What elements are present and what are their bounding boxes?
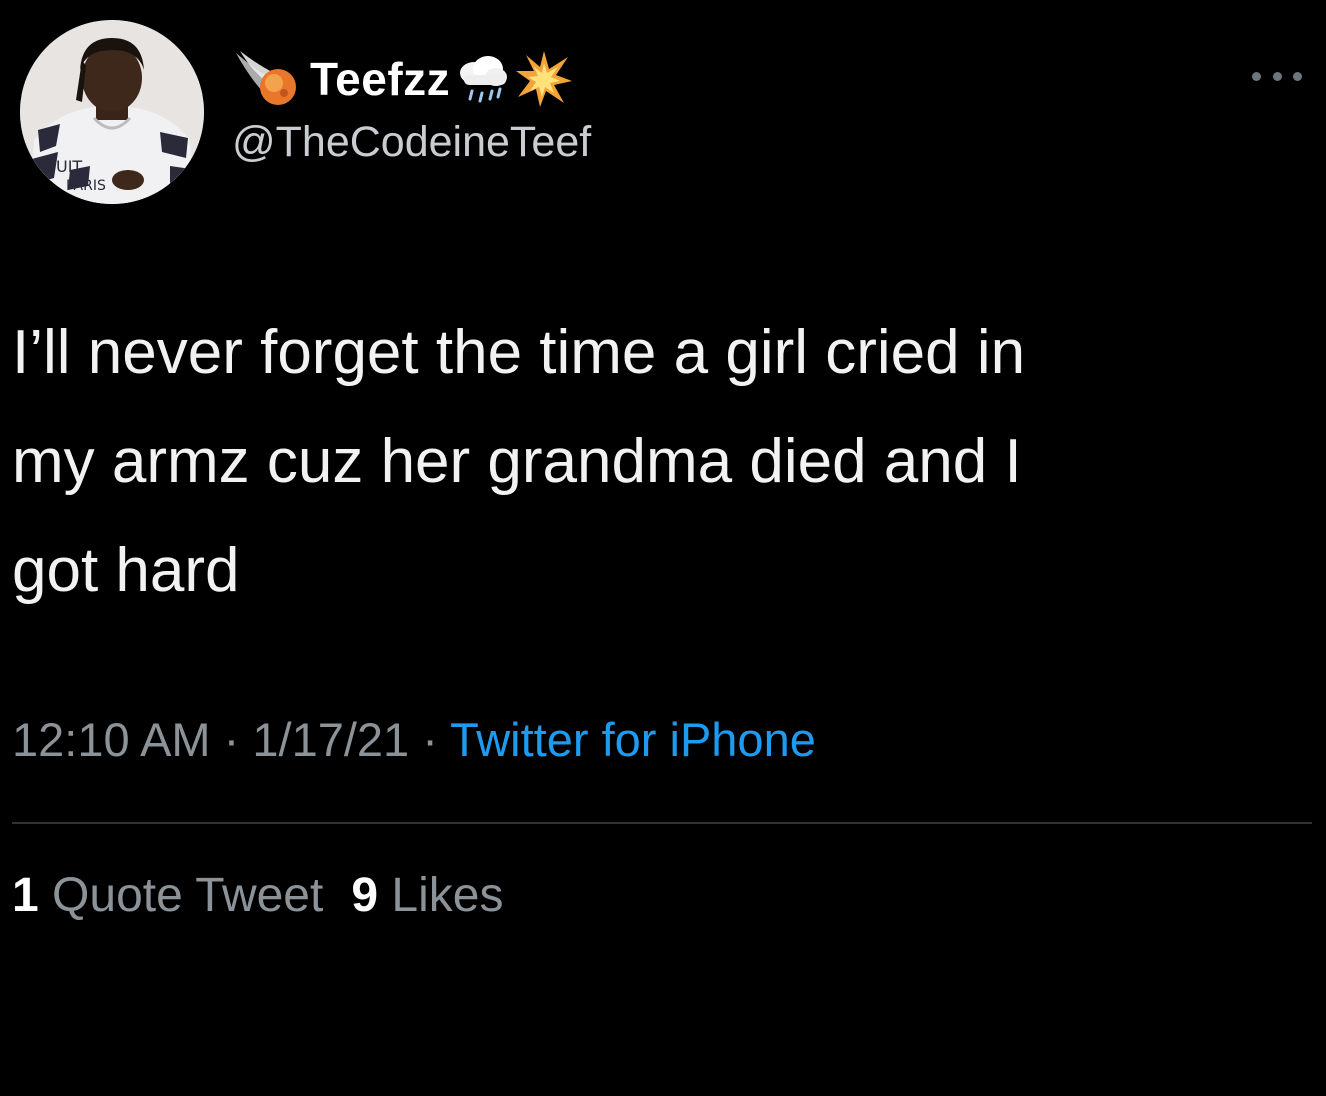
author-name-row[interactable]: Teefzz [232,44,574,114]
tweet-time[interactable]: 12:10 AM [12,713,211,766]
avatar-image: UIT PARIS [20,20,204,204]
likes-link[interactable]: 9 Likes [351,869,503,922]
tweet-text: I’ll never forget the time a girl cried … [12,318,1026,605]
tweet-stats: 1 Quote Tweet 9 Likes [12,868,503,923]
tweet-card: UIT PARIS Teefzz @TheCodeineTeef I’ll ne… [0,0,1326,1096]
like-label: Likes [391,869,504,922]
more-dot [1293,71,1302,81]
quote-label: Quote Tweet [52,869,324,922]
collision-icon [514,49,574,109]
tweet-metadata: 12:10 AM · 1/17/21 · Twitter for iPhone [12,712,816,767]
cloud-rain-icon [452,49,512,109]
more-options-icon[interactable] [1252,66,1302,86]
like-count: 9 [351,869,379,922]
meta-separator: · [422,713,438,766]
more-dot [1272,71,1282,81]
quote-tweets-link[interactable]: 1 Quote Tweet [12,869,323,922]
tweet-date[interactable]: 1/17/21 [252,713,409,766]
display-name: Teefzz [310,53,451,105]
divider [12,822,1312,824]
avatar[interactable]: UIT PARIS [20,20,204,204]
avatar-text-paris: PARIS [66,178,106,194]
avatar-text-uit: UIT [56,157,82,176]
meta-separator: · [223,713,240,766]
quote-count: 1 [12,869,39,922]
comet-icon [232,47,304,111]
author-handle[interactable]: @TheCodeineTeef [232,118,591,167]
tweet-source-link[interactable]: Twitter for iPhone [450,713,816,766]
more-dot [1252,71,1261,81]
